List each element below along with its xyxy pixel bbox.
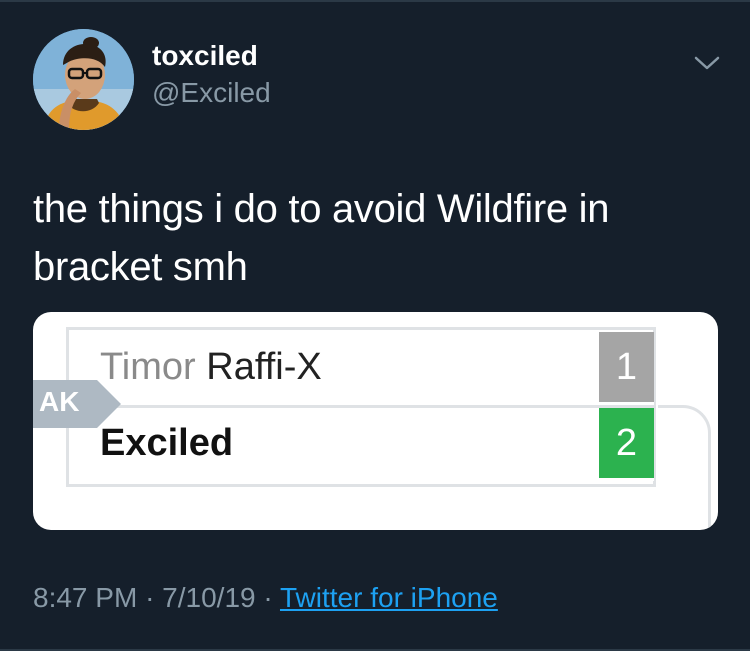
- tweet-meta: 8:47 PM · 7/10/19 · Twitter for iPhone: [33, 582, 498, 614]
- bracket-player-row: Timor Raffi-X 1: [73, 332, 654, 405]
- player-name: Timor Raffi-X: [100, 346, 322, 389]
- chevron-down-icon: [694, 56, 720, 70]
- meta-separator: ·: [263, 582, 273, 613]
- player-name: Exciled: [100, 422, 233, 465]
- tweet-menu-button[interactable]: [692, 52, 722, 74]
- tweet-media-image[interactable]: Timor Raffi-X 1 Exciled 2 AK: [33, 312, 718, 530]
- player-score: 2: [599, 408, 654, 478]
- meta-separator: ·: [145, 582, 155, 613]
- player-tag: Raffi-X: [206, 346, 322, 388]
- round-label: AK: [39, 386, 80, 417]
- avatar[interactable]: [33, 29, 134, 130]
- top-divider: [0, 0, 750, 2]
- user-avatar-photo-icon: [33, 29, 134, 130]
- user-handle[interactable]: @Exciled: [152, 77, 271, 109]
- tweet-date: 7/10/19: [162, 582, 256, 613]
- round-badge: AK: [33, 380, 123, 428]
- bracket-connector: [658, 405, 711, 530]
- tweet-text: the things i do to avoid Wildfire in bra…: [33, 187, 610, 289]
- tweet-source-link[interactable]: Twitter for iPhone: [280, 582, 498, 613]
- display-name[interactable]: toxciled: [152, 40, 258, 72]
- player-score: 1: [599, 332, 654, 402]
- bracket-player-row: Exciled 2: [73, 408, 654, 481]
- player-tag: Exciled: [100, 422, 234, 464]
- tweet-time: 8:47 PM: [33, 582, 138, 613]
